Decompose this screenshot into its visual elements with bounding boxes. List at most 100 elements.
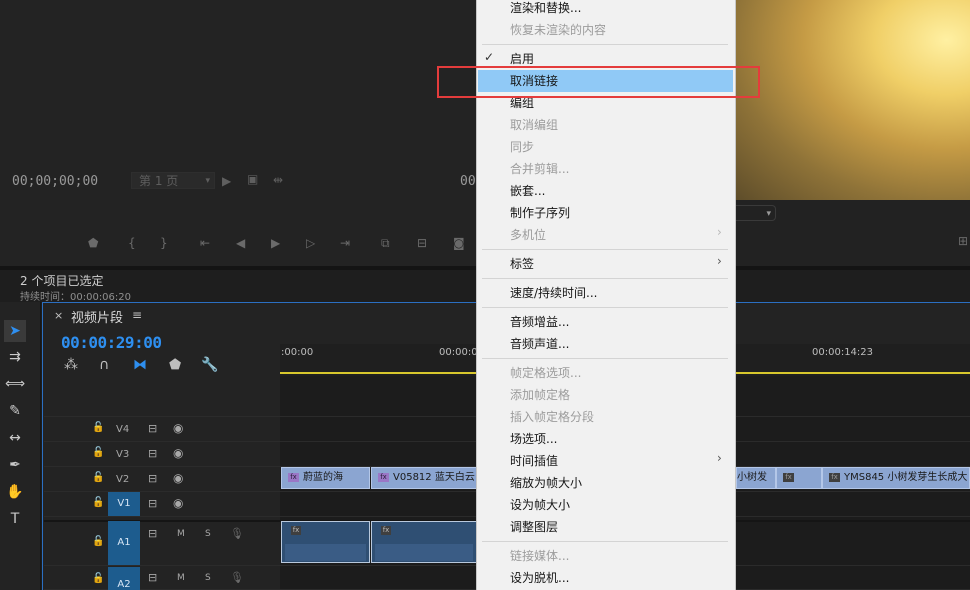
selection-arrow-icon[interactable]: ➤ xyxy=(4,320,26,342)
lock-icon[interactable]: 🔓 xyxy=(92,422,104,433)
film-icon[interactable]: ⊟ xyxy=(148,472,157,485)
items-selected-text: 2 个项目已选定 xyxy=(20,274,104,288)
marker-icon[interactable]: ⬟ xyxy=(88,236,98,250)
lock-icon[interactable]: 🔓 xyxy=(92,447,104,458)
mark-in-icon[interactable]: { xyxy=(128,236,136,250)
fx-badge: fx xyxy=(381,526,391,535)
menu-item[interactable]: 缩放为帧大小 xyxy=(510,474,582,491)
razor-icon[interactable]: ✎ xyxy=(4,400,26,422)
menu-separator xyxy=(482,249,728,250)
snap-icon[interactable]: ∩ xyxy=(99,357,109,373)
audio-clip[interactable]: fx xyxy=(281,521,370,563)
type-icon[interactable]: T xyxy=(4,508,26,530)
sync-lock-icon[interactable]: ⊟ xyxy=(148,571,157,584)
mic-icon[interactable]: 🎙 xyxy=(230,527,244,540)
menu-item[interactable]: 嵌套... xyxy=(510,182,545,199)
overwrite-icon[interactable]: ⊟ xyxy=(417,236,427,250)
lock-icon[interactable]: 🔓 xyxy=(92,472,104,483)
lock-icon[interactable]: 🔓 xyxy=(92,536,104,547)
playhead-timecode[interactable]: 00:00:29:00 xyxy=(61,333,162,352)
play-icon[interactable]: ▶ xyxy=(222,174,231,188)
sequence-tab-title[interactable]: 视频片段 xyxy=(71,307,123,326)
menu-item[interactable]: 时间插值 xyxy=(510,452,558,469)
menu-item[interactable]: 设为帧大小 xyxy=(510,496,570,513)
solo-button[interactable]: S xyxy=(205,529,211,539)
menu-item[interactable]: 音频声道... xyxy=(510,335,569,352)
menu-item[interactable]: 音频增益... xyxy=(510,313,569,330)
linked-selection-icon[interactable]: ⧓ xyxy=(133,357,147,373)
pen-icon[interactable]: ✒ xyxy=(4,454,26,476)
fx-badge: fx xyxy=(288,472,299,482)
sync-lock-icon[interactable]: ⊟ xyxy=(148,527,157,540)
lock-icon[interactable]: 🔓 xyxy=(92,497,104,508)
film-icon[interactable]: ⊟ xyxy=(148,422,157,435)
page-select[interactable]: 第 1 页 ▾ xyxy=(131,172,215,189)
play-button-icon[interactable]: ▶ xyxy=(271,236,280,250)
solo-button[interactable]: S xyxy=(205,573,211,583)
video-clip[interactable]: fx V05812 蓝天白云 xyxy=(371,467,477,489)
add-marker-icon[interactable]: ⬟ xyxy=(169,357,181,373)
submenu-arrow-icon: › xyxy=(717,254,722,268)
menu-item[interactable]: 渲染和替换... xyxy=(510,0,581,16)
hand-icon[interactable]: ✋ xyxy=(4,481,26,503)
lock-icon[interactable]: 🔓 xyxy=(92,573,104,584)
menu-item: 添加帧定格 xyxy=(510,388,571,402)
mute-button[interactable]: M xyxy=(177,573,185,583)
menu-item[interactable]: 调整图层 xyxy=(510,518,558,535)
menu-item[interactable]: 启用 xyxy=(510,50,534,67)
mic-icon[interactable]: 🎙 xyxy=(230,571,244,584)
duration-text: 持续时间：00:00:06:20 xyxy=(20,292,132,303)
track-target-a2[interactable]: A2 xyxy=(108,567,140,590)
menu-item: 链接媒体... xyxy=(510,549,570,563)
menu-item: 恢复未渲染的内容 xyxy=(510,23,607,37)
source-timecode: 00;00;00;00 xyxy=(12,174,99,189)
menu-item[interactable]: 设为脱机... xyxy=(510,569,569,586)
eye-icon[interactable]: ◉ xyxy=(173,471,183,485)
eye-icon[interactable]: ◉ xyxy=(173,446,183,460)
fx-badge: fx xyxy=(829,472,840,482)
menu-item[interactable]: 场选项... xyxy=(510,430,557,447)
wrench-icon[interactable]: 🔧 xyxy=(201,357,218,373)
slip-icon[interactable]: ↔ xyxy=(4,427,26,449)
mute-button[interactable]: M xyxy=(177,529,185,539)
save-icon[interactable]: ▣ xyxy=(247,172,258,186)
video-clip[interactable]: 小树发 xyxy=(736,467,776,489)
mark-out-icon[interactable]: } xyxy=(160,236,168,250)
page-select-label: 第 1 页 xyxy=(139,174,179,188)
submenu-arrow-icon: › xyxy=(717,225,722,239)
chevron-down-icon: ▾ xyxy=(766,209,771,219)
insert-icon[interactable]: ⧉ xyxy=(381,236,390,251)
step-back-icon[interactable]: ◀ xyxy=(236,236,245,250)
video-clip[interactable]: fx YMS845 小树发芽生长成大 xyxy=(822,467,970,489)
video-clip[interactable]: fx xyxy=(776,467,822,489)
close-icon[interactable]: × xyxy=(54,309,63,322)
track-target-v1[interactable]: V1 xyxy=(108,492,140,516)
eye-icon[interactable]: ◉ xyxy=(173,421,183,435)
camera-icon[interactable]: ◙ xyxy=(453,236,465,250)
film-icon[interactable]: ⊟ xyxy=(148,447,157,460)
settings-icon[interactable]: ⊞ xyxy=(958,234,968,248)
menu-item[interactable]: 速度/持续时间... xyxy=(510,284,598,301)
menu-item: 同步 xyxy=(510,140,535,154)
program-monitor-image xyxy=(736,0,970,200)
film-icon[interactable]: ⊟ xyxy=(148,497,157,510)
submenu-arrow-icon: › xyxy=(717,451,722,465)
step-forward-icon[interactable]: ▷ xyxy=(306,236,315,250)
ripple-edit-icon[interactable]: ⟺ xyxy=(4,373,26,395)
nest-toggle-icon[interactable]: ⁂ xyxy=(64,357,78,373)
go-to-in-icon[interactable]: ⇤ xyxy=(200,236,210,250)
go-to-out-icon[interactable]: ⇥ xyxy=(340,236,350,250)
menu-item[interactable]: 标签 xyxy=(510,255,534,272)
menu-item: 插入帧定格分段 xyxy=(510,410,595,424)
menu-item[interactable]: 制作子序列 xyxy=(510,204,570,221)
track-target-a1[interactable]: A1 xyxy=(108,521,140,565)
clip-label: YMS845 小树发芽生长成大 xyxy=(844,472,968,483)
settings-icon[interactable]: ⇹ xyxy=(273,173,283,187)
track-select-forward-icon[interactable]: ⇉ xyxy=(4,346,26,368)
zoom-select[interactable]: ▾ xyxy=(736,205,776,221)
video-clip[interactable]: fx 蔚蓝的海 xyxy=(281,467,370,489)
panel-menu-icon[interactable]: ≡ xyxy=(132,308,142,322)
eye-icon[interactable]: ◉ xyxy=(173,496,183,510)
ruler-label: 00:00:14:23 xyxy=(812,347,874,358)
audio-clip[interactable]: fx xyxy=(371,521,477,563)
